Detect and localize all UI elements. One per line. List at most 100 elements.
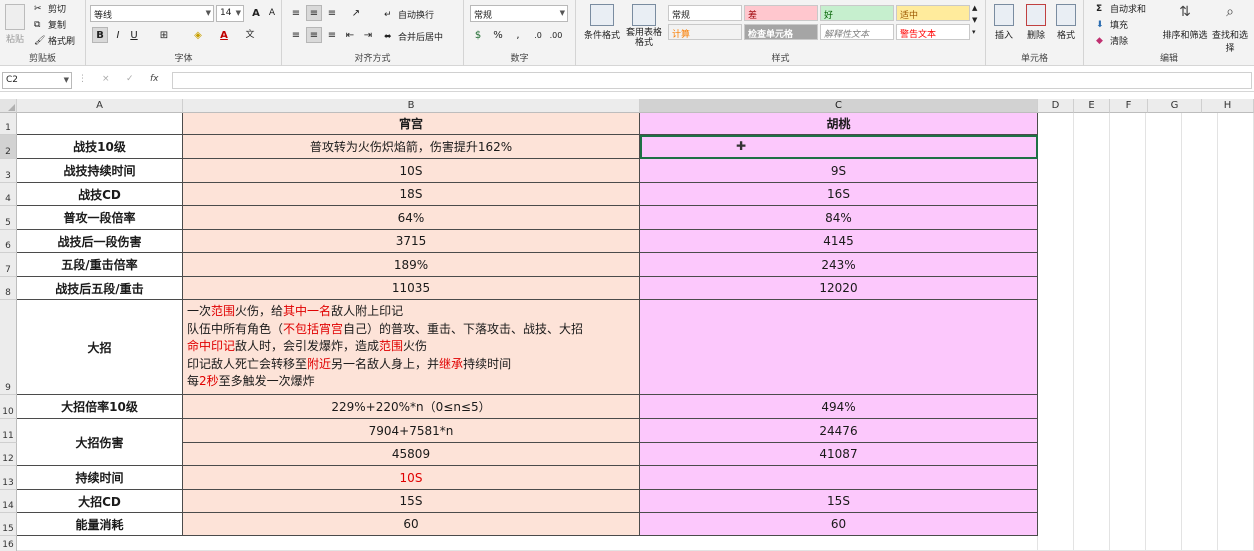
cell-b11[interactable]: 7904+7581*n — [183, 419, 640, 443]
align-top-icon[interactable]: ≡ — [288, 5, 304, 21]
column-header-h[interactable]: H — [1202, 99, 1254, 113]
orientation-icon[interactable]: ↗ — [348, 5, 364, 21]
cell-b2[interactable]: 普攻转为火伤炽焰箭，伤害提升162% — [183, 135, 640, 159]
column-header-e[interactable]: E — [1074, 99, 1110, 113]
name-box[interactable]: C2 ▼ — [2, 72, 72, 89]
cell-style-5[interactable]: 检查单元格 — [744, 24, 818, 40]
fill-color-icon[interactable]: ◈ — [190, 27, 206, 43]
cell-b14[interactable]: 15S — [183, 490, 640, 513]
cell-c7[interactable]: 243% — [640, 253, 1038, 277]
cell-a5[interactable]: 普攻一段倍率 — [17, 206, 183, 230]
cell-a1[interactable] — [17, 113, 183, 135]
row-header-3[interactable]: 3 — [0, 159, 17, 183]
cell-a11-merged[interactable]: 大招伤害 — [17, 419, 183, 466]
number-format-select[interactable]: 常规 ▼ — [470, 5, 568, 22]
cell-a6[interactable]: 战技后一段伤害 — [17, 230, 183, 253]
cell-c9[interactable] — [640, 300, 1038, 395]
row-header-16[interactable]: 16 — [0, 536, 17, 551]
sort-filter-button[interactable]: ⇅ 排序和筛选 — [1162, 2, 1208, 41]
row-header-4[interactable]: 4 — [0, 183, 17, 206]
cell-a9[interactable]: 大招 — [17, 300, 183, 395]
phonetic-button[interactable]: 文 — [242, 27, 258, 43]
cell-style-6[interactable]: 解释性文本 — [820, 24, 894, 40]
cell-b5[interactable]: 64% — [183, 206, 640, 230]
cell-c13[interactable] — [640, 466, 1038, 490]
cell-c2-selected[interactable]: ✚ — [640, 135, 1038, 159]
currency-icon[interactable]: $ — [470, 27, 486, 43]
cell-a13[interactable]: 持续时间 — [17, 466, 183, 490]
borders-icon[interactable]: ⊞ — [156, 27, 172, 43]
delete-button[interactable]: 删除 — [1022, 2, 1050, 41]
clear-button[interactable]: ◆ 清除 — [1096, 34, 1128, 47]
cell-c3[interactable]: 9S — [640, 159, 1038, 183]
comma-icon[interactable]: , — [510, 27, 526, 43]
font-size-select[interactable]: 14 ▼ — [216, 5, 244, 22]
row-header-6[interactable]: 6 — [0, 230, 17, 253]
fill-button[interactable]: ⬇ 填充 — [1096, 18, 1128, 31]
row-header-1[interactable]: 1 — [0, 113, 17, 135]
row-header-14[interactable]: 14 — [0, 490, 17, 513]
cell-style-7[interactable]: 警告文本 — [896, 24, 970, 40]
cell-a10[interactable]: 大招倍率10级 — [17, 395, 183, 419]
bold-button[interactable]: B — [92, 27, 108, 43]
cell-b15[interactable]: 60 — [183, 513, 640, 536]
italic-button[interactable]: I — [110, 27, 126, 43]
cell-b13[interactable]: 10S — [183, 466, 640, 490]
cell-a2[interactable]: 战技10级 — [17, 135, 183, 159]
align-right-icon[interactable]: ≡ — [324, 27, 340, 43]
decrease-decimal-icon[interactable]: .00 — [548, 27, 564, 43]
cell-a7[interactable]: 五段/重击倍率 — [17, 253, 183, 277]
conditional-format-button[interactable]: 条件格式 — [582, 2, 622, 41]
cell-c14[interactable]: 15S — [640, 490, 1038, 513]
column-header-d[interactable]: D — [1038, 99, 1074, 113]
select-all-corner[interactable] — [0, 99, 17, 113]
cell-a14[interactable]: 大招CD — [17, 490, 183, 513]
align-left-icon[interactable]: ≡ — [288, 27, 304, 43]
gallery-up-icon[interactable]: ▲ — [972, 4, 977, 12]
cell-c10[interactable]: 494% — [640, 395, 1038, 419]
cell-c11[interactable]: 24476 — [640, 419, 1038, 443]
cell-c4[interactable]: 16S — [640, 183, 1038, 206]
cell-a8[interactable]: 战技后五段/重击 — [17, 277, 183, 300]
gallery-more-icon[interactable]: ▾ — [972, 28, 976, 36]
row-header-11[interactable]: 11 — [0, 419, 17, 443]
cell-c12[interactable]: 41087 — [640, 443, 1038, 466]
indent-decrease-icon[interactable]: ⇤ — [342, 27, 358, 43]
increase-decimal-icon[interactable]: .0 — [530, 27, 546, 43]
row-header-8[interactable]: 8 — [0, 277, 17, 300]
percent-icon[interactable]: % — [490, 27, 506, 43]
cell-c5[interactable]: 84% — [640, 206, 1038, 230]
grow-font-button[interactable]: A — [248, 5, 264, 21]
wrap-text-button[interactable]: ↵ 自动换行 — [384, 8, 434, 21]
column-header-a[interactable]: A — [17, 99, 183, 113]
column-header-c[interactable]: C — [640, 99, 1038, 113]
cell-c1[interactable]: 胡桃 — [640, 113, 1038, 135]
autosum-button[interactable]: Σ 自动求和 — [1096, 2, 1146, 15]
insert-function-icon[interactable]: fx — [150, 74, 159, 84]
column-header-g[interactable]: G — [1148, 99, 1202, 113]
empty-row-16[interactable] — [17, 536, 1038, 551]
cell-style-1[interactable]: 差 — [744, 5, 818, 21]
underline-button[interactable]: U — [126, 27, 142, 43]
column-header-f[interactable]: F — [1110, 99, 1148, 113]
merge-center-button[interactable]: ⬌ 合并后居中 — [384, 30, 443, 43]
align-middle-icon[interactable]: ≡ — [306, 5, 322, 21]
cell-a4[interactable]: 战技CD — [17, 183, 183, 206]
gallery-down-icon[interactable]: ▼ — [972, 16, 977, 24]
format-button[interactable]: 格式 — [1052, 2, 1080, 41]
find-select-button[interactable]: ⌕ 查找和选择 — [1208, 2, 1252, 54]
cell-b12[interactable]: 45809 — [183, 443, 640, 466]
row-header-7[interactable]: 7 — [0, 253, 17, 277]
cell-b4[interactable]: 18S — [183, 183, 640, 206]
cell-b10[interactable]: 229%+220%*n（0≤n≤5） — [183, 395, 640, 419]
formula-drag-handle[interactable]: ⋮ — [78, 74, 87, 84]
cell-c8[interactable]: 12020 — [640, 277, 1038, 300]
align-bottom-icon[interactable]: ≡ — [324, 5, 340, 21]
cell-b7[interactable]: 189% — [183, 253, 640, 277]
row-header-2[interactable]: 2 — [0, 135, 17, 159]
cell-style-3[interactable]: 适中 — [896, 5, 970, 21]
row-header-10[interactable]: 10 — [0, 395, 17, 419]
cell-b6[interactable]: 3715 — [183, 230, 640, 253]
empty-cells-area[interactable] — [1038, 113, 1254, 551]
row-header-12[interactable]: 12 — [0, 443, 17, 466]
